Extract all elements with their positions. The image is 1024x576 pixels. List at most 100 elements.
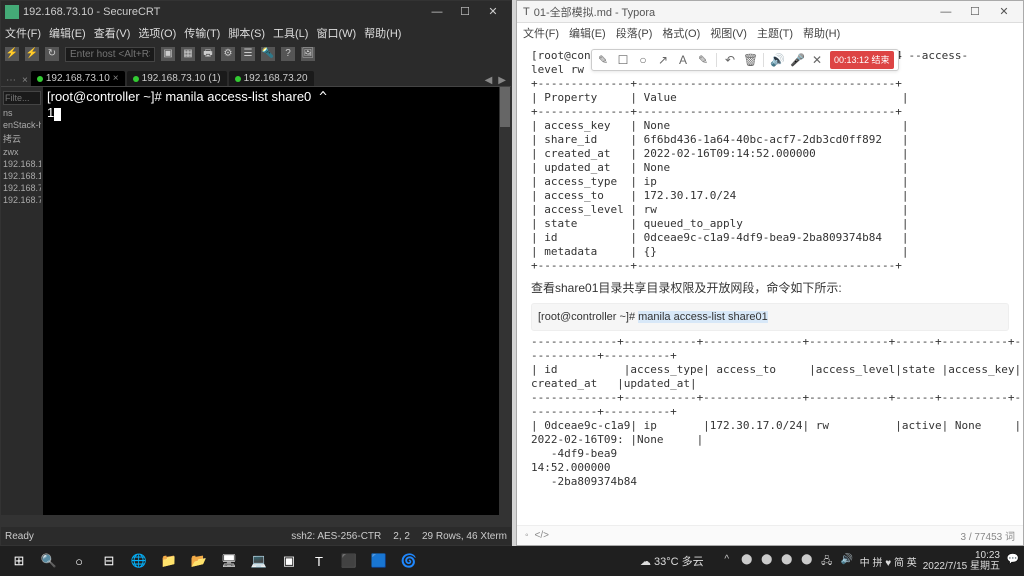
menu-window[interactable]: 窗口(W) [316,25,356,41]
taskbar-app[interactable]: 🟦 [364,548,394,574]
status-ssh: ssh2: AES-256-CTR [291,531,381,542]
menu-tools[interactable]: 工具(L) [273,25,308,41]
menu-edit[interactable]: 编辑(E) [49,25,86,41]
menu-edit[interactable]: 编辑(E) [569,25,606,41]
reconnect-icon[interactable]: ↻ [45,47,59,61]
taskbar-securecrt[interactable]: ▣ [274,548,304,574]
tray-icon[interactable]: ⬤ [740,554,754,568]
clock[interactable]: 10:23 2022/7/15 星期五 [923,550,1000,572]
pencil-icon[interactable]: ✎ [596,53,610,67]
tray-icon[interactable]: ⬤ [760,554,774,568]
taskbar-explorer[interactable]: 📂 [184,548,214,574]
sidebar-item[interactable]: 拷云 [3,131,41,146]
notification-icon[interactable]: 💬 [1006,554,1020,568]
outline-icon[interactable]: ◦ [525,530,529,541]
recording-badge[interactable]: 00:13:12 结束 [830,51,894,69]
menu-help[interactable]: 帮助(H) [803,25,840,41]
taskbar-app[interactable]: 📁 [154,548,184,574]
taskbar-app[interactable]: 💻 [244,548,274,574]
menu-format[interactable]: 格式(O) [662,25,700,41]
tb-icon-3[interactable]: 🖶 [201,47,215,61]
menu-view[interactable]: 查看(V) [94,25,131,41]
minimize-button[interactable]: — [423,2,451,22]
taskbar-edge[interactable]: 🌀 [394,548,424,574]
terminal-area[interactable]: [root@controller ~]# manila access-list … [43,87,511,515]
tray-network-icon[interactable]: 🖧 [820,554,834,568]
minimize-button[interactable]: — [933,6,959,18]
word-count[interactable]: 3 / 77453 词 [961,528,1015,543]
tab-nav-right-icon[interactable]: ▶ [495,75,509,86]
cortana-button[interactable]: ○ [64,548,94,574]
close-button[interactable]: ✕ [479,2,507,22]
typora-content[interactable]: ✎ ☐ ○ ↗ A ✎ ↶ 🗑 🔊 🎤 ✕ 00:13:12 结束 [root@… [517,43,1023,525]
sidebar-item[interactable]: 192.168.10 [3,158,41,170]
tab-dots[interactable]: ⋯ [3,75,19,86]
maximize-button[interactable]: ☐ [962,5,988,18]
sidebar-item[interactable]: 192.168.7 [3,194,41,206]
weather-widget[interactable]: ☁ 33°C 多云 [640,553,704,569]
speaker-icon[interactable]: 🔊 [770,53,784,67]
arrow-icon[interactable]: ↗ [656,53,670,67]
securecrt-window: 192.168.73.10 - SecureCRT — ☐ ✕ 文件(F) 编辑… [0,0,512,546]
close-icon[interactable]: ✕ [810,53,824,67]
ime-indicator[interactable]: 中 拼 ♥ 简 英 [860,554,917,569]
tb-icon-4[interactable]: ⚙ [221,47,235,61]
menu-view[interactable]: 视图(V) [710,25,747,41]
filter-input[interactable] [3,91,41,105]
text-icon[interactable]: A [676,53,690,67]
terminal-scrollbar[interactable] [499,87,511,515]
sidebar-item[interactable]: enStack-h [3,119,41,131]
sidebar-item[interactable]: 192.168.10 [3,170,41,182]
menu-options[interactable]: 选项(O) [138,25,176,41]
tb-icon-7[interactable]: ? [281,47,295,61]
highlight-icon[interactable]: ✎ [696,53,710,67]
taskbar-app[interactable]: 🖥 [214,548,244,574]
tab-session-0[interactable]: 192.168.73.10× [31,71,125,86]
circle-icon[interactable]: ○ [636,53,650,67]
taskbar-typora[interactable]: T [304,548,334,574]
connect-icon[interactable]: ⚡ [5,47,19,61]
app-icon [5,5,19,19]
typora-titlebar[interactable]: T 01-全部模拟.md - Typora — ☐ ✕ [517,1,1023,23]
securecrt-titlebar[interactable]: 192.168.73.10 - SecureCRT — ☐ ✕ [1,1,511,23]
menu-script[interactable]: 脚本(S) [228,25,265,41]
sidebar-item[interactable]: ns [3,107,41,119]
quick-connect-icon[interactable]: ⚡ [25,47,39,61]
undo-icon[interactable]: ↶ [723,53,737,67]
taskbar-app[interactable]: ⬛ [334,548,364,574]
tray-icon[interactable]: ⬤ [780,554,794,568]
tb-icon-1[interactable]: ▣ [161,47,175,61]
square-icon[interactable]: ☐ [616,53,630,67]
tb-icon-8[interactable]: 🖼 [301,47,315,61]
tb-icon-6[interactable]: 🔦 [261,47,275,61]
typora-menubar: 文件(F) 编辑(E) 段落(P) 格式(O) 视图(V) 主题(T) 帮助(H… [517,23,1023,43]
tray-icon[interactable]: ⬤ [800,554,814,568]
taskbar-chrome[interactable]: 🌐 [124,548,154,574]
h-scrollbar[interactable] [1,515,511,527]
close-button[interactable]: ✕ [991,5,1017,18]
search-button[interactable]: 🔍 [34,548,64,574]
mic-icon[interactable]: 🎤 [790,53,804,67]
maximize-button[interactable]: ☐ [451,2,479,22]
menu-theme[interactable]: 主题(T) [757,25,793,41]
menu-file[interactable]: 文件(F) [5,25,41,41]
host-input[interactable] [65,47,155,62]
taskview-button[interactable]: ⊟ [94,548,124,574]
tray-volume-icon[interactable]: 🔊 [840,554,854,568]
menu-file[interactable]: 文件(F) [523,25,559,41]
tab-session-1[interactable]: 192.168.73.10 (1) [127,71,227,86]
tab-close-icon[interactable]: × [19,75,31,86]
menu-paragraph[interactable]: 段落(P) [616,25,653,41]
sidebar-item[interactable]: zwx [3,146,41,158]
tb-icon-2[interactable]: ▦ [181,47,195,61]
sidebar-item[interactable]: 192.168.7 [3,182,41,194]
menu-help[interactable]: 帮助(H) [364,25,401,41]
tab-nav-left-icon[interactable]: ◀ [482,75,496,86]
source-icon[interactable]: </> [535,530,549,541]
delete-icon[interactable]: 🗑 [743,53,757,67]
tray-up-icon[interactable]: ^ [720,554,734,568]
start-button[interactable]: ⊞ [4,548,34,574]
menu-transfer[interactable]: 传输(T) [184,25,220,41]
tab-session-2[interactable]: 192.168.73.20 [229,71,314,86]
tb-icon-5[interactable]: ☰ [241,47,255,61]
